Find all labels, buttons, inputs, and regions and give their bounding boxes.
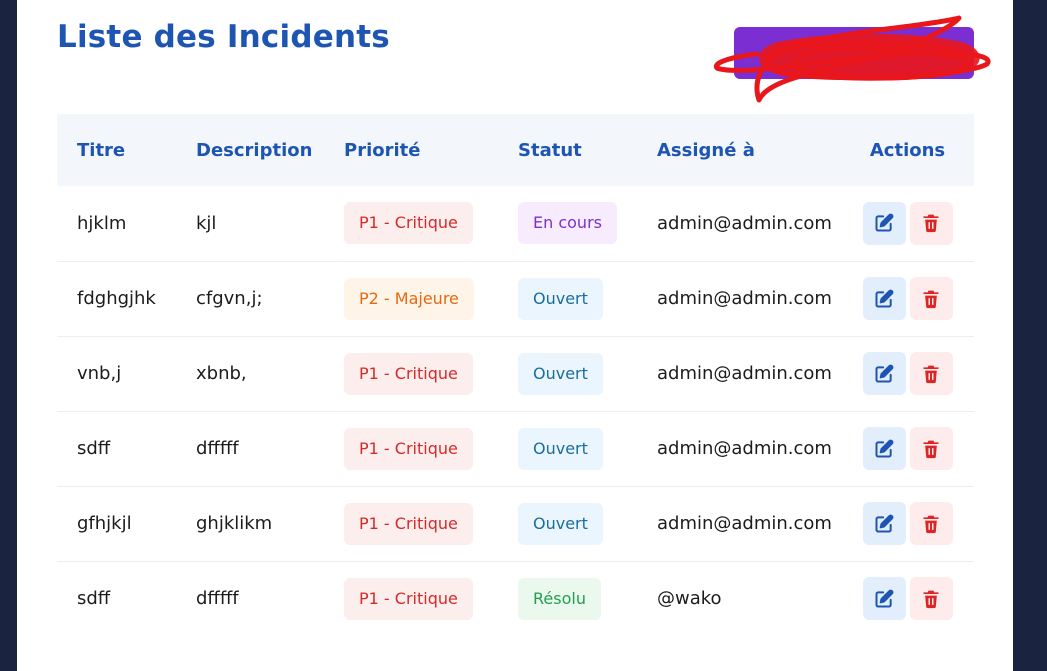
cell-actions bbox=[841, 411, 974, 486]
cell-assigne: admin@admin.com bbox=[657, 212, 832, 234]
status-badge: Ouvert bbox=[518, 502, 603, 545]
edit-icon bbox=[874, 514, 894, 534]
cell-statut: Ouvert bbox=[498, 411, 637, 486]
trash-icon bbox=[921, 439, 941, 459]
delete-button[interactable] bbox=[909, 577, 953, 621]
column-header-assigne[interactable]: Assigné à bbox=[637, 114, 841, 186]
table-row: sdff dfffff P1 - Critique Ouvert admin@admin… bbox=[57, 411, 974, 486]
column-header-statut[interactable]: Statut bbox=[498, 114, 637, 186]
trash-icon bbox=[921, 589, 941, 609]
edit-button[interactable] bbox=[862, 277, 906, 320]
cell-titre: hjklm bbox=[77, 212, 127, 234]
add-incident-button[interactable] bbox=[734, 27, 974, 79]
status-badge: Ouvert bbox=[518, 427, 603, 470]
delete-button[interactable] bbox=[909, 352, 953, 395]
cell-priorite: P2 - Majeure bbox=[324, 261, 498, 336]
edit-icon bbox=[874, 213, 894, 233]
column-header-actions: Actions bbox=[869, 139, 946, 161]
edit-button[interactable] bbox=[862, 577, 906, 621]
column-header-description[interactable]: Description bbox=[176, 114, 324, 186]
cell-actions bbox=[841, 561, 974, 636]
cell-priorite: P1 - Critique bbox=[324, 336, 498, 411]
cell-description: dfffff bbox=[196, 438, 239, 459]
cell-assigne: admin@admin.com bbox=[657, 363, 832, 384]
cell-assigne: @wako bbox=[657, 588, 722, 610]
status-badge: En cours bbox=[518, 202, 617, 245]
cell-titre: vnb,j bbox=[77, 363, 122, 384]
status-badge: Ouvert bbox=[518, 277, 603, 320]
edit-icon bbox=[874, 589, 894, 609]
table-header-row: Titre Description Priorité Statut Assign… bbox=[57, 114, 974, 186]
priority-badge: P1 - Critique bbox=[344, 427, 473, 470]
table-row: fdghgjhk cfgvn,j; P2 - Majeure Ouvert admin@… bbox=[57, 261, 974, 336]
cell-assigne: admin@admin.com bbox=[657, 288, 832, 309]
status-badge: Ouvert bbox=[518, 352, 603, 395]
cell-description: ghjklikm bbox=[196, 513, 273, 534]
cell-priorite: P1 - Critique bbox=[324, 411, 498, 486]
incidents-table: Titre Description Priorité Statut Assign… bbox=[57, 114, 974, 636]
trash-icon bbox=[921, 213, 941, 233]
cell-actions bbox=[841, 336, 974, 411]
edit-button[interactable] bbox=[862, 427, 906, 470]
edit-icon bbox=[874, 364, 894, 384]
table-body: hjklm kjl P1 - Critique En cours admin@admin… bbox=[57, 186, 974, 636]
priority-badge: P1 - Critique bbox=[344, 352, 473, 395]
edit-icon bbox=[874, 439, 894, 459]
incidents-card: Liste des Incidents Titre Description Pr… bbox=[17, 0, 1013, 671]
delete-button[interactable] bbox=[909, 427, 953, 470]
column-header-titre[interactable]: Titre bbox=[57, 114, 176, 186]
cell-statut: Ouvert bbox=[498, 486, 637, 561]
cell-assigne: admin@admin.com bbox=[657, 438, 832, 459]
header-actions bbox=[697, 12, 997, 104]
cell-statut: Ouvert bbox=[498, 261, 637, 336]
edit-icon bbox=[874, 289, 894, 309]
priority-badge: P1 - Critique bbox=[344, 202, 473, 245]
cell-description: xbnb, bbox=[196, 363, 247, 384]
cell-statut: En cours bbox=[498, 186, 637, 261]
edit-button[interactable] bbox=[862, 502, 906, 545]
cell-statut: Résolu bbox=[498, 561, 637, 636]
priority-badge: P2 - Majeure bbox=[344, 277, 474, 320]
cell-actions bbox=[841, 186, 974, 261]
table-row: sdff dfffff P1 - Critique Résolu @wako bbox=[57, 561, 974, 636]
table-row: hjklm kjl P1 - Critique En cours admin@admin… bbox=[57, 186, 974, 261]
status-badge: Résolu bbox=[518, 577, 601, 620]
edit-button[interactable] bbox=[862, 352, 906, 395]
table-row: gfhjkjl ghjklikm P1 - Critique Ouvert admin@… bbox=[57, 486, 974, 561]
cell-priorite: P1 - Critique bbox=[324, 186, 498, 261]
priority-badge: P1 - Critique bbox=[344, 502, 473, 545]
cell-titre: fdghgjhk bbox=[77, 288, 156, 309]
cell-actions bbox=[841, 261, 974, 336]
cell-titre: gfhjkjl bbox=[77, 513, 132, 534]
trash-icon bbox=[921, 514, 941, 534]
cell-description: kjl bbox=[196, 212, 217, 234]
cell-description: cfgvn,j; bbox=[196, 288, 263, 309]
cell-assigne: admin@admin.com bbox=[657, 513, 832, 534]
cell-actions bbox=[841, 486, 974, 561]
edit-button[interactable] bbox=[862, 201, 906, 245]
cell-priorite: P1 - Critique bbox=[324, 486, 498, 561]
priority-badge: P1 - Critique bbox=[344, 577, 473, 620]
trash-icon bbox=[921, 289, 941, 309]
cell-titre: sdff bbox=[77, 438, 111, 459]
table-row: vnb,j xbnb, P1 - Critique Ouvert admin@admin… bbox=[57, 336, 974, 411]
cell-priorite: P1 - Critique bbox=[324, 561, 498, 636]
cell-description: dfffff bbox=[196, 588, 239, 610]
delete-button[interactable] bbox=[909, 502, 953, 545]
page-title: Liste des Incidents bbox=[57, 19, 390, 55]
delete-button[interactable] bbox=[909, 201, 953, 245]
column-header-priorite[interactable]: Priorité bbox=[324, 114, 498, 186]
cell-statut: Ouvert bbox=[498, 336, 637, 411]
delete-button[interactable] bbox=[909, 277, 953, 320]
trash-icon bbox=[921, 364, 941, 384]
cell-titre: sdff bbox=[77, 588, 111, 610]
